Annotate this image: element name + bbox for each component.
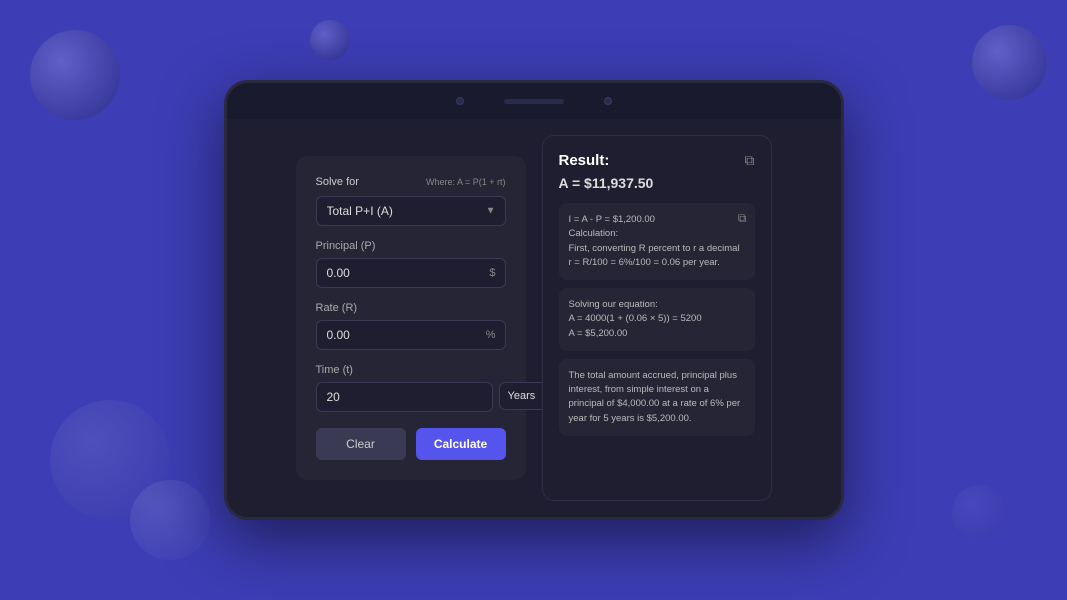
time-input-row: Years Months Days ▼ — [316, 382, 506, 412]
calculator-panel: Solve for Where: A = P(1 + rt) Total P+I… — [296, 156, 526, 480]
time-input[interactable] — [316, 382, 493, 412]
rate-suffix: % — [486, 329, 496, 341]
rate-group: Rate (R) % — [316, 302, 506, 350]
detail2-line3: A = $5,200.00 — [569, 328, 628, 339]
tablet-device: Solve for Where: A = P(1 + rt) Total P+I… — [224, 80, 844, 520]
solve-label: Solve for — [316, 176, 359, 188]
result-detail-text-2: Solving our equation: A = 4000(1 + (0.06… — [569, 298, 745, 341]
solve-select-wrapper: Total P+I (A) Principal (P) Rate (R) Tim… — [316, 196, 506, 226]
bg-sphere-top-right — [972, 25, 1047, 100]
result-detail-text-1: I = A - P = $1,200.00 Calculation: First… — [569, 213, 745, 270]
copy-icon[interactable]: ⧉ — [745, 152, 755, 169]
rate-label: Rate (R) — [316, 302, 506, 314]
result-detail-box-1: ⧉ I = A - P = $1,200.00 Calculation: Fir… — [559, 203, 755, 280]
result-detail-text-3: The total amount accrued, principal plus… — [569, 369, 745, 426]
tablet-top-bar — [227, 83, 841, 119]
result-header: Result: ⧉ — [559, 152, 755, 169]
bg-sphere-bottom-right — [952, 485, 1007, 540]
tablet-speaker — [504, 99, 564, 104]
detail1-line1: I = A - P = $1,200.00 — [569, 214, 655, 225]
detail2-line2: A = 4000(1 + (0.06 × 5)) = 5200 — [569, 313, 702, 324]
principal-group: Principal (P) $ — [316, 240, 506, 288]
clear-button[interactable]: Clear — [316, 428, 406, 460]
result-value: A = $11,937.50 — [559, 175, 755, 191]
detail1-line2: Calculation: — [569, 228, 619, 239]
result-detail-box-2: Solving our equation: A = 4000(1 + (0.06… — [559, 288, 755, 351]
solve-header: Solve for Where: A = P(1 + rt) — [316, 176, 506, 188]
tablet-camera — [456, 97, 464, 105]
tablet-mic — [604, 97, 612, 105]
solve-formula: Where: A = P(1 + rt) — [426, 177, 506, 187]
solve-for-group: Solve for Where: A = P(1 + rt) Total P+I… — [316, 176, 506, 226]
detail1-line3: First, converting R percent to r a decim… — [569, 243, 740, 254]
calculate-button[interactable]: Calculate — [416, 428, 506, 460]
principal-input[interactable] — [316, 258, 506, 288]
rate-input[interactable] — [316, 320, 506, 350]
detail1-line4: r = R/100 = 6%/100 = 0.06 per year. — [569, 257, 720, 268]
bg-sphere-bottom-left2 — [130, 480, 210, 560]
bg-sphere-top-left — [30, 30, 120, 120]
bg-sphere-top-mid — [310, 20, 350, 60]
result-panel: Result: ⧉ A = $11,937.50 ⧉ I = A - P = $… — [542, 135, 772, 501]
rate-input-wrapper: % — [316, 320, 506, 350]
principal-label: Principal (P) — [316, 240, 506, 252]
button-row: Clear Calculate — [316, 428, 506, 460]
principal-suffix: $ — [489, 267, 495, 279]
principal-input-wrapper: $ — [316, 258, 506, 288]
app-content: Solve for Where: A = P(1 + rt) Total P+I… — [227, 119, 841, 517]
result-title: Result: — [559, 152, 610, 169]
solve-select[interactable]: Total P+I (A) Principal (P) Rate (R) Tim… — [316, 196, 506, 226]
detail-copy-icon-1[interactable]: ⧉ — [738, 211, 747, 226]
time-label: Time (t) — [316, 364, 506, 376]
time-group: Time (t) Years Months Days ▼ — [316, 364, 506, 412]
result-detail-box-3: The total amount accrued, principal plus… — [559, 359, 755, 436]
detail2-line1: Solving our equation: — [569, 299, 658, 310]
